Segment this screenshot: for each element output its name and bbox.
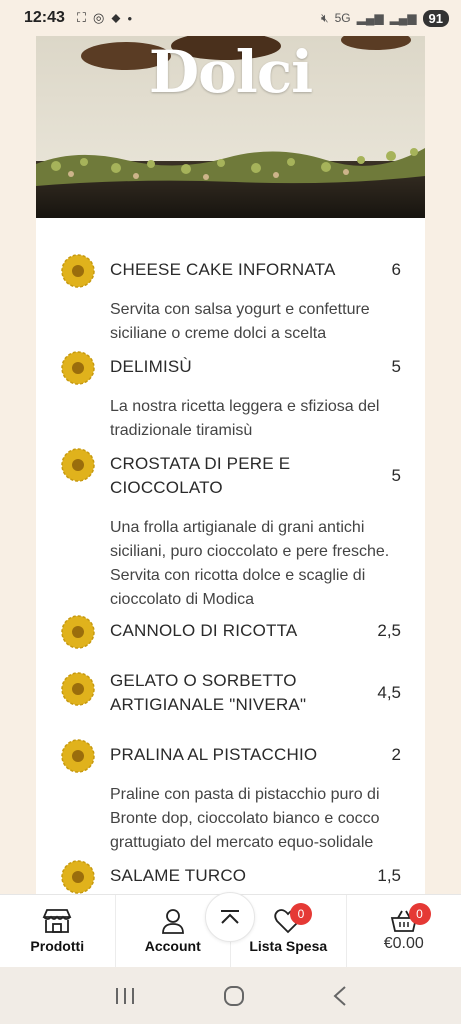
item-header: GELATO O SORBETTO ARTIGIANALE "NIVERA" 4…	[110, 669, 401, 717]
list-item: CANNOLO DI RICOTTA 2,5	[36, 615, 425, 669]
item-description: La nostra ricetta leggera e sfiziosa del…	[110, 398, 380, 439]
home-icon[interactable]	[223, 985, 245, 1007]
item-name: GELATO O SORBETTO ARTIGIANALE "NIVERA"	[110, 671, 307, 714]
item-price: 1,5	[377, 866, 401, 885]
page-title: Dolci	[148, 38, 313, 106]
nav-products[interactable]: Prodotti	[0, 895, 116, 967]
network-type: 5G	[334, 11, 351, 25]
scroll-to-top-button[interactable]	[205, 892, 255, 942]
item-name: CROSTATA DI PERE E CIOCCOLATO	[110, 454, 291, 497]
whatsapp-icon: ◎	[93, 10, 105, 25]
menu-list: CHEESE CAKE INFORNATA 6 Servita con sals…	[36, 254, 425, 900]
list-item: CROSTATA DI PERE E CIOCCOLATO 5 Una frol…	[36, 448, 425, 619]
item-header: DELIMISÙ 5	[110, 355, 401, 379]
cart-total: €0.00	[383, 935, 424, 952]
item-price: 4,5	[377, 683, 401, 702]
item-header: CROSTATA DI PERE E CIOCCOLATO 5	[110, 452, 401, 500]
item-price: 6	[391, 260, 401, 279]
status-right: 🔇︎ 5G ▂▄▆ ▂▄▆ 91	[321, 9, 449, 27]
recent-apps-icon[interactable]	[114, 986, 136, 1006]
sunflower-icon	[61, 615, 95, 649]
shop-icon	[42, 909, 72, 933]
system-navigation-bar	[0, 967, 461, 1024]
item-header: PRALINA AL PISTACCHIO 2	[110, 743, 401, 767]
wishlist-badge: 0	[290, 903, 312, 925]
item-header: CHEESE CAKE INFORNATA 6	[110, 258, 401, 282]
item-name: PRALINA AL PISTACCHIO	[110, 745, 318, 764]
menu-card: Dolci CHEESE CAKE INFORNATA 6 Servita co…	[36, 36, 425, 900]
item-name: SALAME TURCO	[110, 866, 247, 885]
item-name: DELIMISÙ	[110, 357, 192, 376]
item-name: CANNOLO DI RICOTTA	[110, 621, 298, 640]
back-icon[interactable]	[332, 985, 348, 1007]
item-price: 2	[391, 745, 401, 764]
user-icon	[161, 909, 184, 934]
list-item: PRALINA AL PISTACCHIO 2 Praline con past…	[36, 739, 425, 864]
list-item: DELIMISÙ 5 La nostra ricetta leggera e s…	[36, 351, 425, 452]
item-price: 5	[391, 466, 401, 485]
nav-products-label: Prodotti	[30, 938, 85, 954]
item-header: CANNOLO DI RICOTTA 2,5	[110, 619, 401, 643]
battery-indicator: 91	[422, 9, 449, 27]
list-item: CHEESE CAKE INFORNATA 6 Servita con sals…	[36, 254, 425, 355]
signal-icon-2: ▂▄▆	[389, 11, 417, 25]
sunflower-icon	[61, 448, 95, 482]
item-description: Praline con pasta di pistacchio puro di …	[110, 786, 380, 851]
nav-wishlist-label: Lista Spesa	[249, 938, 328, 954]
dot-icon: •	[127, 10, 133, 26]
hero-banner: Dolci	[36, 36, 425, 218]
sunflower-icon	[61, 351, 95, 385]
sunflower-icon	[61, 739, 95, 773]
location-icon: ⬥	[111, 10, 121, 25]
signal-icon: ▂▄▆	[356, 11, 384, 25]
status-time: 12:43	[24, 9, 65, 26]
mute-icon: 🔇︎	[321, 10, 329, 25]
screenshot-icon: ⛶	[76, 10, 87, 25]
list-item: GELATO O SORBETTO ARTIGIANALE "NIVERA" 4…	[36, 669, 425, 743]
cart-badge: 0	[408, 903, 431, 925]
notification-icons: ⛶ ◎ ⬥ •	[77, 10, 132, 26]
sunflower-icon	[61, 672, 95, 706]
chevron-up-icon	[221, 910, 239, 924]
sunflower-icon	[61, 254, 95, 288]
item-description: Servita con salsa yogurt e confetture si…	[110, 301, 370, 342]
item-description: Una frolla artigianale di grani antichi …	[110, 519, 390, 608]
nav-cart[interactable]: 0 €0.00	[347, 895, 461, 967]
item-name: CHEESE CAKE INFORNATA	[110, 260, 336, 279]
nav-account-label: Account	[144, 938, 201, 954]
sunflower-icon	[61, 860, 95, 894]
item-header: SALAME TURCO 1,5	[110, 864, 401, 888]
item-price: 2,5	[377, 621, 401, 640]
item-price: 5	[391, 357, 401, 376]
status-bar: 12:43 ⛶ ◎ ⬥ • 🔇︎ 5G ▂▄▆ ▂▄▆ 91	[0, 0, 461, 36]
